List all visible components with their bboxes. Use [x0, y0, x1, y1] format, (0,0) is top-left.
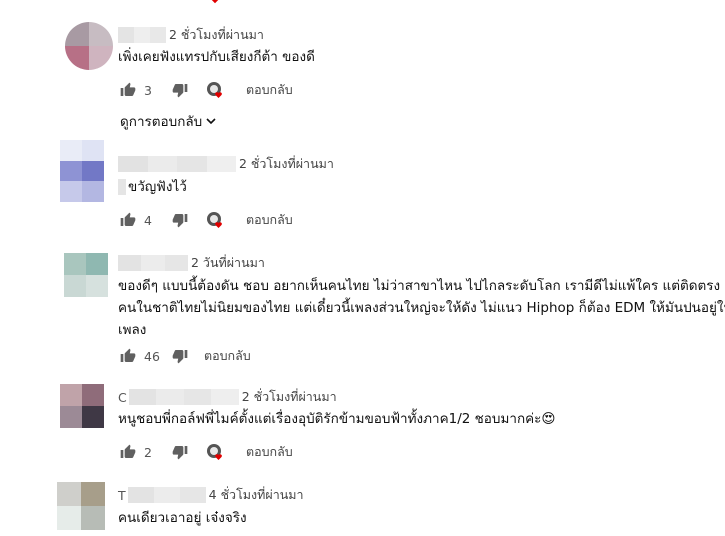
thumb-up-icon [120, 444, 136, 458]
redacted-mention [118, 179, 126, 195]
view-replies-label: ดูการตอบกลับ [120, 114, 203, 130]
comment-text: เพิ่งเคยฟังแทรปกับเสียงกีต้า ของดี [118, 49, 315, 65]
comment-actions: 46 ตอบกลับ [120, 346, 251, 366]
like-count: 2 [144, 444, 152, 460]
reply-button[interactable]: ตอบกลับ [246, 442, 293, 462]
dislike-button[interactable] [172, 212, 188, 228]
reply-button[interactable]: ตอบกลับ [204, 346, 251, 366]
comment-text-content: ขวัญฟังไว้ [128, 179, 187, 195]
thumb-down-icon [172, 350, 188, 364]
avatar[interactable] [65, 22, 113, 70]
like-button[interactable] [120, 348, 136, 364]
author-name-redacted[interactable] [128, 389, 239, 405]
author-name-redacted[interactable] [118, 156, 236, 172]
like-button[interactable] [120, 444, 136, 460]
like-count: 3 [144, 82, 152, 98]
chevron-down-icon [206, 118, 216, 125]
comment-actions: 2 ตอบกลับ [120, 442, 293, 462]
comment-text-line: คนในชาติไทยไม่นิยมของไทย แต่เดี๋ยวนี้เพล… [118, 300, 725, 316]
comment-timestamp[interactable]: 2 ชั่วโมงที่ผ่านมา [239, 154, 334, 174]
comment-author-row: 2 ชั่วโมงที่ผ่านมา [118, 155, 334, 173]
comment-actions: 3 ตอบกลับ [120, 80, 293, 100]
comment-text: คนเดียวเอาอยู่ เจ๋งจริง [118, 510, 247, 526]
comment-text: ของดีๆ แบบนี้ต้องดัน ชอบ อยากเห็นคนไทย ไ… [118, 275, 725, 341]
thumb-up-icon [120, 348, 136, 362]
dislike-button[interactable] [172, 82, 188, 98]
comment-author-row: 2 ชั่วโมงที่ผ่านมา [118, 26, 264, 44]
dislike-button[interactable] [172, 444, 188, 460]
dislike-button[interactable] [172, 348, 188, 364]
thumb-up-icon [120, 82, 136, 96]
comment-author-row: T 4 ชั่วโมงที่ผ่านมา [118, 486, 304, 504]
thumb-down-icon [172, 214, 188, 228]
comment-timestamp[interactable]: 2 วันที่ผ่านมา [191, 253, 265, 273]
creator-avatar-icon [207, 444, 222, 460]
avatar[interactable] [60, 384, 104, 428]
reply-button[interactable]: ตอบกลับ [246, 80, 293, 100]
comment-author-row: 2 วันที่ผ่านมา [118, 254, 265, 272]
thumb-down-icon [172, 84, 188, 98]
creator-heart-badge [206, 211, 224, 229]
author-name-initial[interactable]: C [118, 390, 127, 405]
avatar[interactable] [64, 253, 108, 297]
like-count: 46 [144, 348, 160, 364]
like-button[interactable] [120, 82, 136, 98]
comment-author-row: C 2 ชั่วโมงที่ผ่านมา [118, 388, 337, 406]
creator-avatar-icon [207, 82, 222, 98]
comment-text: ขวัญฟังไว้ [118, 176, 187, 198]
creator-heart-badge [206, 443, 224, 461]
like-button[interactable] [120, 212, 136, 228]
view-replies-button[interactable]: ดูการตอบกลับ [120, 110, 217, 132]
creator-heart-badge [206, 81, 224, 99]
author-name-initial[interactable]: T [118, 488, 126, 503]
comment-timestamp[interactable]: 2 ชั่วโมงที่ผ่านมา [169, 25, 264, 45]
comment-text-line: เพลง [118, 322, 147, 338]
like-count: 4 [144, 212, 152, 228]
comment-actions: 4 ตอบกลับ [120, 210, 293, 230]
avatar[interactable] [57, 482, 105, 530]
author-name-redacted[interactable] [118, 27, 166, 43]
reply-button[interactable]: ตอบกลับ [246, 210, 293, 230]
comment-text: หนูชอบพี่กอล์ฟพี่ไมค์ตั้งแต่เรื่องอุบัติ… [118, 411, 556, 427]
comment-timestamp[interactable]: 2 ชั่วโมงที่ผ่านมา [242, 387, 337, 407]
thumb-down-icon [172, 446, 188, 460]
comment-timestamp[interactable]: 4 ชั่วโมงที่ผ่านมา [209, 485, 304, 505]
heart-icon [211, 0, 219, 4]
author-name-redacted[interactable] [127, 487, 206, 503]
creator-avatar-icon [207, 212, 222, 228]
thumb-up-icon [120, 212, 136, 226]
comment-text-line: ของดีๆ แบบนี้ต้องดัน ชอบ อยากเห็นคนไทย ไ… [118, 278, 721, 294]
author-name-redacted[interactable] [118, 255, 188, 271]
avatar[interactable] [60, 140, 104, 202]
